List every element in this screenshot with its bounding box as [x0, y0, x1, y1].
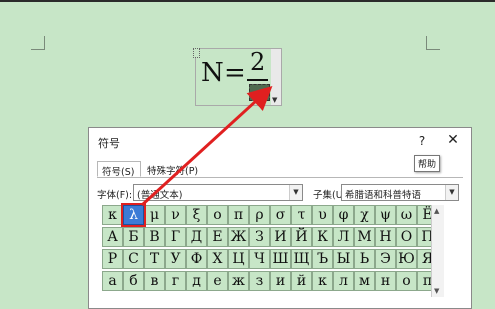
annotation-arrow-line: [140, 85, 273, 207]
annotation-arrow: [140, 85, 273, 207]
